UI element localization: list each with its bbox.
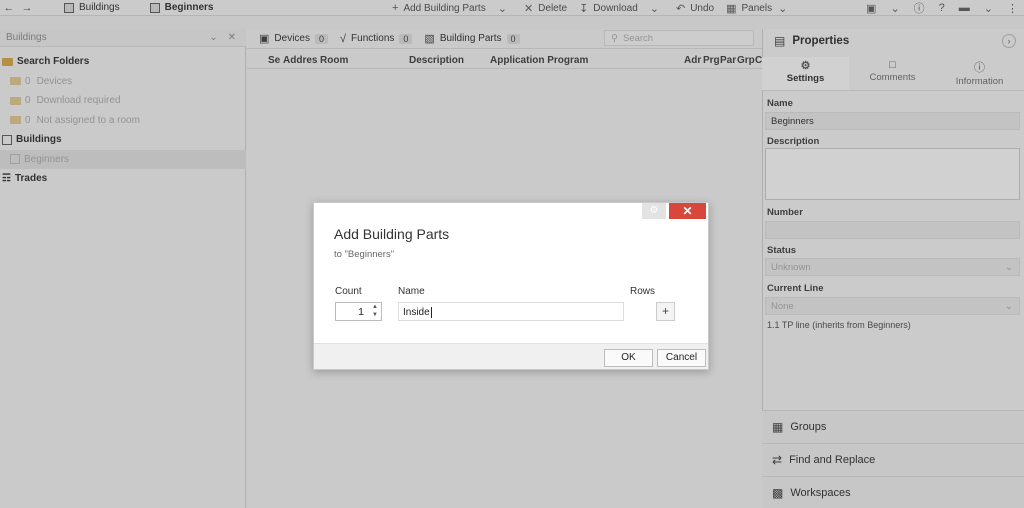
dialog-footer: OK Cancel xyxy=(314,343,708,369)
dialog-subtitle: to "Beginners" xyxy=(334,249,395,260)
dialog-title: Add Building Parts xyxy=(334,226,450,242)
add-building-parts-dialog: ⚙ ✕ Add Building Parts to "Beginners" Co… xyxy=(313,202,709,370)
gear-icon[interactable]: ⚙ xyxy=(642,203,666,219)
name-input[interactable]: Inside xyxy=(398,302,624,321)
name-label: Name xyxy=(398,286,425,297)
stepper-arrows-icon[interactable]: ▲ ▼ xyxy=(372,303,378,319)
rows-label: Rows xyxy=(630,286,656,297)
plus-icon: + xyxy=(661,304,669,318)
cancel-button[interactable]: Cancel xyxy=(657,349,706,367)
count-label: Count xyxy=(335,286,362,297)
text-caret xyxy=(430,307,432,318)
ok-button[interactable]: OK xyxy=(604,349,653,367)
close-button[interactable]: ✕ xyxy=(669,203,706,219)
close-icon: ✕ xyxy=(682,204,693,218)
count-stepper[interactable]: 1 ▲ ▼ xyxy=(335,302,382,321)
add-row-button[interactable]: + xyxy=(656,302,675,321)
